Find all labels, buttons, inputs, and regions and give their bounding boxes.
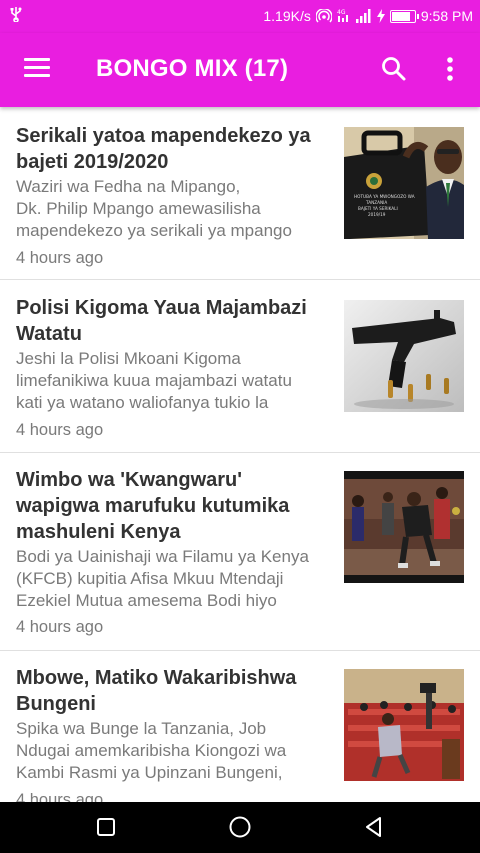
article-time: 4 hours ago bbox=[16, 791, 104, 802]
signal-icon bbox=[355, 9, 371, 23]
article-time: 4 hours ago bbox=[16, 249, 104, 267]
search-icon[interactable] bbox=[380, 55, 408, 83]
system-nav-bar bbox=[0, 802, 480, 853]
article-summary: Jeshi la Polisi Mkoani Kigoma limefaniki… bbox=[16, 349, 292, 412]
recents-square-icon[interactable] bbox=[94, 815, 118, 839]
app-bar: BONGO MIX (17) bbox=[0, 33, 480, 107]
hamburger-menu-icon[interactable] bbox=[24, 58, 50, 78]
article-thumbnail[interactable] bbox=[344, 669, 464, 781]
news-feed[interactable]: Serikali yatoa mapendekezo ya bajeti 201… bbox=[0, 107, 480, 802]
article-title[interactable]: Polisi Kigoma Yaua Majambazi Watatu bbox=[16, 295, 328, 347]
article-title[interactable]: Mbowe, Matiko Wakaribishwa Bungeni bbox=[16, 665, 328, 717]
wifi-4g-icon: 4G bbox=[337, 9, 348, 22]
svg-text:TANZANIA: TANZANIA bbox=[365, 200, 387, 205]
article-item[interactable]: Polisi Kigoma Yaua Majambazi Watatu Jesh… bbox=[0, 280, 480, 452]
svg-text:BAJETI YA SERIKALI: BAJETI YA SERIKALI bbox=[358, 206, 398, 211]
network-speed: 1.19K/s bbox=[263, 8, 311, 24]
article-time: 4 hours ago bbox=[16, 421, 104, 439]
article-thumbnail[interactable]: HOTUBA YA MWONGOZO WA TANZANIA BAJETI YA… bbox=[344, 127, 464, 239]
article-time: 4 hours ago bbox=[16, 618, 104, 636]
more-vert-icon[interactable] bbox=[440, 55, 460, 83]
status-time: 9:58 PM bbox=[420, 8, 473, 24]
svg-text:4G: 4G bbox=[337, 9, 346, 16]
page-title: BONGO MIX (17) bbox=[96, 55, 289, 82]
status-bar: 1.19K/s 4G 9:58 PM bbox=[0, 0, 480, 33]
article-thumbnail[interactable] bbox=[344, 300, 464, 412]
charging-icon bbox=[376, 9, 385, 23]
article-title[interactable]: Serikali yatoa mapendekezo ya bajeti 201… bbox=[16, 123, 328, 175]
svg-text:2019/19: 2019/19 bbox=[368, 212, 386, 217]
svg-text:HOTUBA YA MWONGOZO WA: HOTUBA YA MWONGOZO WA bbox=[354, 194, 415, 199]
article-item[interactable]: Mbowe, Matiko Wakaribishwa Bungeni Spika… bbox=[0, 651, 480, 802]
home-circle-icon[interactable] bbox=[228, 815, 252, 839]
hotspot-icon bbox=[315, 9, 332, 23]
battery-icon bbox=[389, 9, 419, 23]
article-thumbnail[interactable] bbox=[344, 471, 464, 583]
article-summary: Spika wa Bunge la Tanzania, Job Ndugai a… bbox=[16, 719, 287, 782]
back-triangle-icon[interactable] bbox=[362, 815, 386, 839]
usb-icon bbox=[10, 7, 22, 25]
article-summary: Bodi ya Uainishaji wa Filamu ya Kenya (K… bbox=[16, 547, 309, 610]
article-item[interactable]: Serikali yatoa mapendekezo ya bajeti 201… bbox=[0, 107, 480, 279]
article-title[interactable]: Wimbo wa 'Kwangwaru' wapigwa marufuku ku… bbox=[16, 467, 328, 545]
article-summary: Waziri wa Fedha na Mipango, Dk. Philip M… bbox=[16, 177, 292, 240]
article-item[interactable]: Wimbo wa 'Kwangwaru' wapigwa marufuku ku… bbox=[0, 453, 480, 650]
